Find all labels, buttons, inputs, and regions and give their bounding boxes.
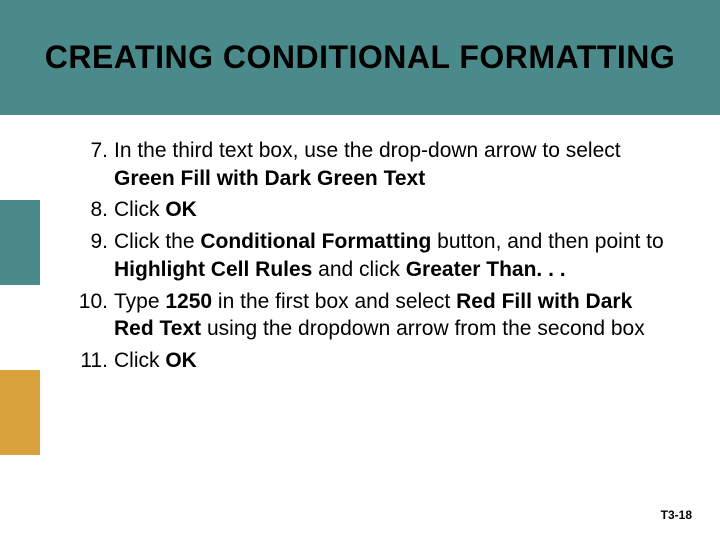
sidebar-block bbox=[0, 370, 40, 455]
slide-number: T3-18 bbox=[661, 508, 692, 522]
sidebar-block bbox=[0, 200, 40, 285]
step-text: button, and then point to bbox=[431, 230, 663, 253]
step-text: and click bbox=[312, 258, 405, 281]
step-text: Click bbox=[114, 198, 165, 221]
step-text: in the first box and select bbox=[212, 290, 456, 313]
sidebar-block bbox=[0, 455, 40, 540]
decorative-sidebar bbox=[0, 115, 40, 540]
list-item: Click the Conditional Formatting button,… bbox=[70, 228, 670, 283]
list-item: Click OK bbox=[70, 347, 670, 375]
instruction-list: In the third text box, use the drop-down… bbox=[70, 137, 670, 375]
list-item: Click OK bbox=[70, 196, 670, 224]
sidebar-block bbox=[0, 115, 40, 200]
list-item: In the third text box, use the drop-down… bbox=[70, 137, 670, 192]
slide-header: CREATING CONDITIONAL FORMATTING bbox=[0, 0, 720, 115]
step-bold: Conditional Formatting bbox=[200, 230, 431, 253]
step-text: using the dropdown arrow from the second… bbox=[201, 317, 645, 340]
main-content: In the third text box, use the drop-down… bbox=[40, 115, 720, 540]
step-text: Click the bbox=[114, 230, 200, 253]
step-text: Type bbox=[114, 290, 165, 313]
step-bold: Greater Than. . . bbox=[406, 258, 566, 281]
step-bold: OK bbox=[165, 198, 197, 221]
step-text: Click bbox=[114, 349, 165, 372]
sidebar-block bbox=[0, 285, 40, 370]
step-bold: Highlight Cell Rules bbox=[114, 258, 312, 281]
step-bold: OK bbox=[165, 349, 197, 372]
step-bold: Green Fill with Dark Green Text bbox=[114, 167, 425, 190]
content-area: In the third text box, use the drop-down… bbox=[0, 115, 720, 540]
step-bold: 1250 bbox=[165, 290, 212, 313]
slide-title: CREATING CONDITIONAL FORMATTING bbox=[5, 40, 716, 75]
step-text: In the third text box, use the drop-down… bbox=[114, 139, 621, 162]
list-item: Type 1250 in the first box and select Re… bbox=[70, 288, 670, 343]
